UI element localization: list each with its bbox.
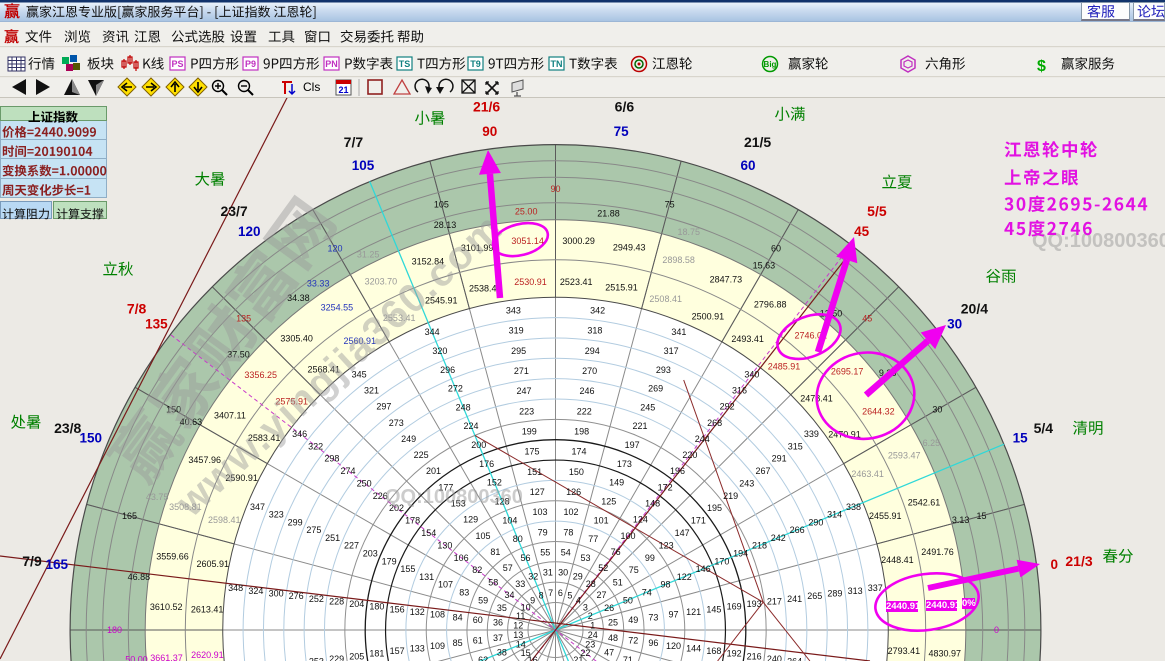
svg-text:Cls: Cls <box>303 80 320 94</box>
svg-text:TN: TN <box>551 59 563 69</box>
svg-text:TS: TS <box>399 59 411 69</box>
svg-text:$: $ <box>1037 58 1046 75</box>
svg-text:21: 21 <box>338 85 348 95</box>
svg-text:Big: Big <box>764 60 777 69</box>
svg-text:PN: PN <box>325 59 338 69</box>
svg-text:P9: P9 <box>245 59 256 69</box>
svg-text:T9: T9 <box>470 59 481 69</box>
svg-text:PS: PS <box>171 59 183 69</box>
svg-text:QQ:100800360: QQ:100800360 <box>385 486 523 508</box>
